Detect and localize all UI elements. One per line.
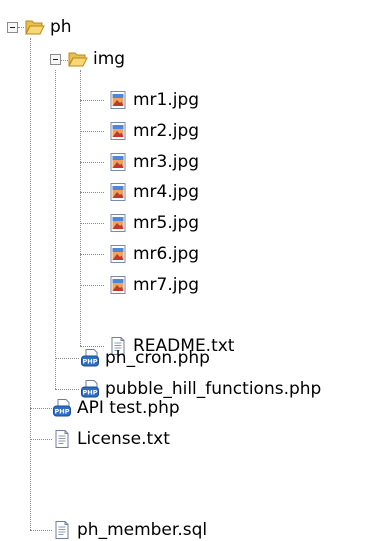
folder-open-icon — [25, 17, 45, 37]
image-file-icon — [108, 213, 128, 233]
php-file-icon — [80, 348, 100, 368]
file-label[interactable]: License.txt — [75, 428, 172, 450]
file-label[interactable]: mr1.jpg — [131, 89, 201, 111]
file-label[interactable]: API test.php — [75, 397, 182, 419]
tree-connector — [30, 408, 52, 409]
file-label[interactable]: mr5.jpg — [131, 212, 201, 234]
image-file-icon — [108, 275, 128, 295]
tree-connector — [80, 162, 104, 163]
image-file-icon — [108, 244, 128, 264]
folder-label-img[interactable]: img — [91, 48, 127, 70]
text-file-icon — [52, 520, 72, 540]
file-tree: ph img mr1.jpg mr2.jpg mr3.jpg mr4.jpg m… — [0, 0, 368, 540]
image-file-icon — [108, 121, 128, 141]
tree-connector — [80, 285, 104, 286]
tree-connector — [55, 358, 79, 359]
collapse-img-toggle[interactable] — [50, 54, 61, 65]
image-file-icon — [108, 90, 128, 110]
file-label[interactable]: mr2.jpg — [131, 120, 201, 142]
folder-label-ph[interactable]: ph — [48, 16, 74, 38]
tree-connector — [80, 100, 104, 101]
file-label[interactable]: ph_cron.php — [103, 347, 212, 369]
file-label[interactable]: mr7.jpg — [131, 274, 201, 296]
tree-connector — [80, 254, 104, 255]
file-label[interactable]: mr6.jpg — [131, 243, 201, 265]
php-file-icon — [80, 379, 100, 399]
tree-connector — [80, 346, 104, 347]
file-label[interactable]: mr4.jpg — [131, 181, 201, 203]
folder-open-icon — [68, 49, 88, 69]
tree-connector — [80, 70, 81, 346]
tree-connector — [30, 38, 31, 530]
file-label[interactable]: ph_member.sql — [75, 519, 209, 541]
tree-connector — [18, 27, 24, 28]
tree-connector — [30, 530, 52, 531]
tree-connector — [55, 70, 56, 389]
tree-connector — [80, 223, 104, 224]
image-file-icon — [108, 182, 128, 202]
file-label[interactable]: mr3.jpg — [131, 151, 201, 173]
text-file-icon — [52, 429, 72, 449]
collapse-ph-toggle[interactable] — [7, 22, 18, 33]
tree-connector — [80, 192, 104, 193]
tree-connector — [55, 389, 79, 390]
image-file-icon — [108, 152, 128, 172]
tree-connector — [30, 439, 52, 440]
php-file-icon — [52, 398, 72, 418]
tree-connector — [80, 131, 104, 132]
